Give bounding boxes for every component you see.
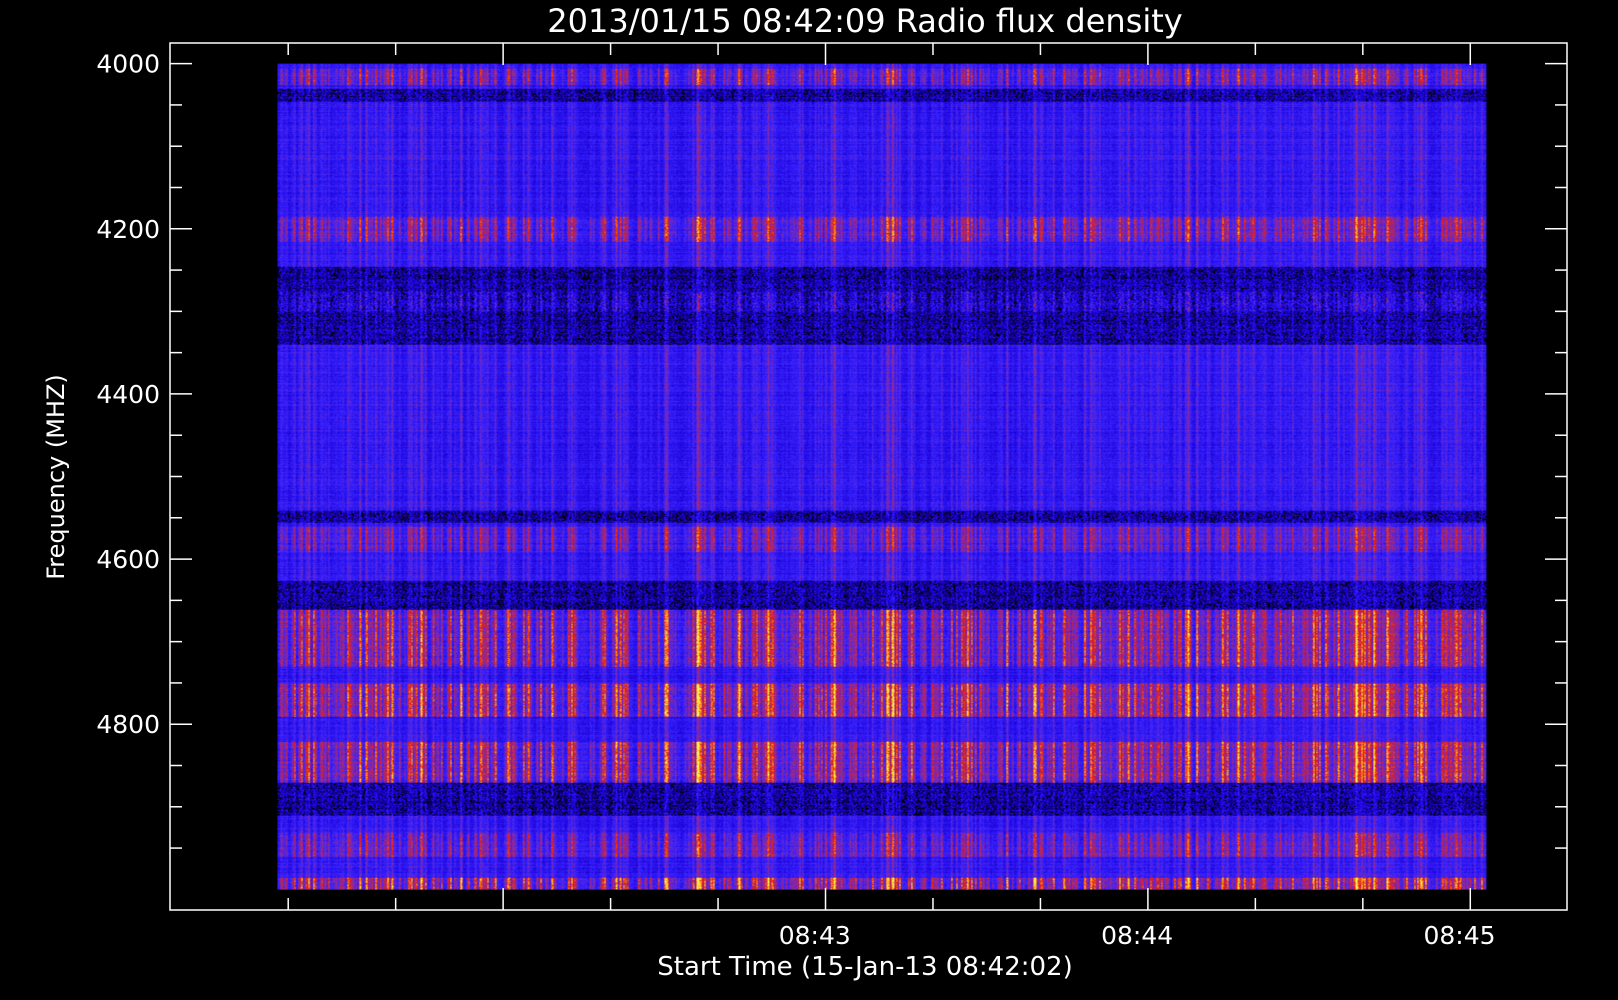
x-tick-label: 08:44	[1101, 921, 1173, 950]
y-tick-label: 4200	[96, 215, 160, 244]
x-tick-label: 08:45	[1424, 921, 1496, 950]
y-axis-label: Frequency (MHZ)	[42, 374, 70, 580]
heatmap-raster	[277, 63, 1487, 890]
y-tick-label: 4400	[96, 380, 160, 409]
y-tick-label: 4800	[96, 710, 160, 739]
spectrogram-plot: 2013/01/15 08:42:09 Radio flux density 0…	[42, 2, 1568, 982]
y-tick-label: 4000	[96, 50, 160, 79]
x-tick-label: 08:43	[779, 921, 851, 950]
chart-title: 2013/01/15 08:42:09 Radio flux density	[547, 2, 1182, 40]
y-tick-label: 4600	[96, 545, 160, 574]
heatmap-image	[277, 63, 1487, 890]
x-axis-label: Start Time (15-Jan-13 08:42:02)	[657, 952, 1072, 982]
